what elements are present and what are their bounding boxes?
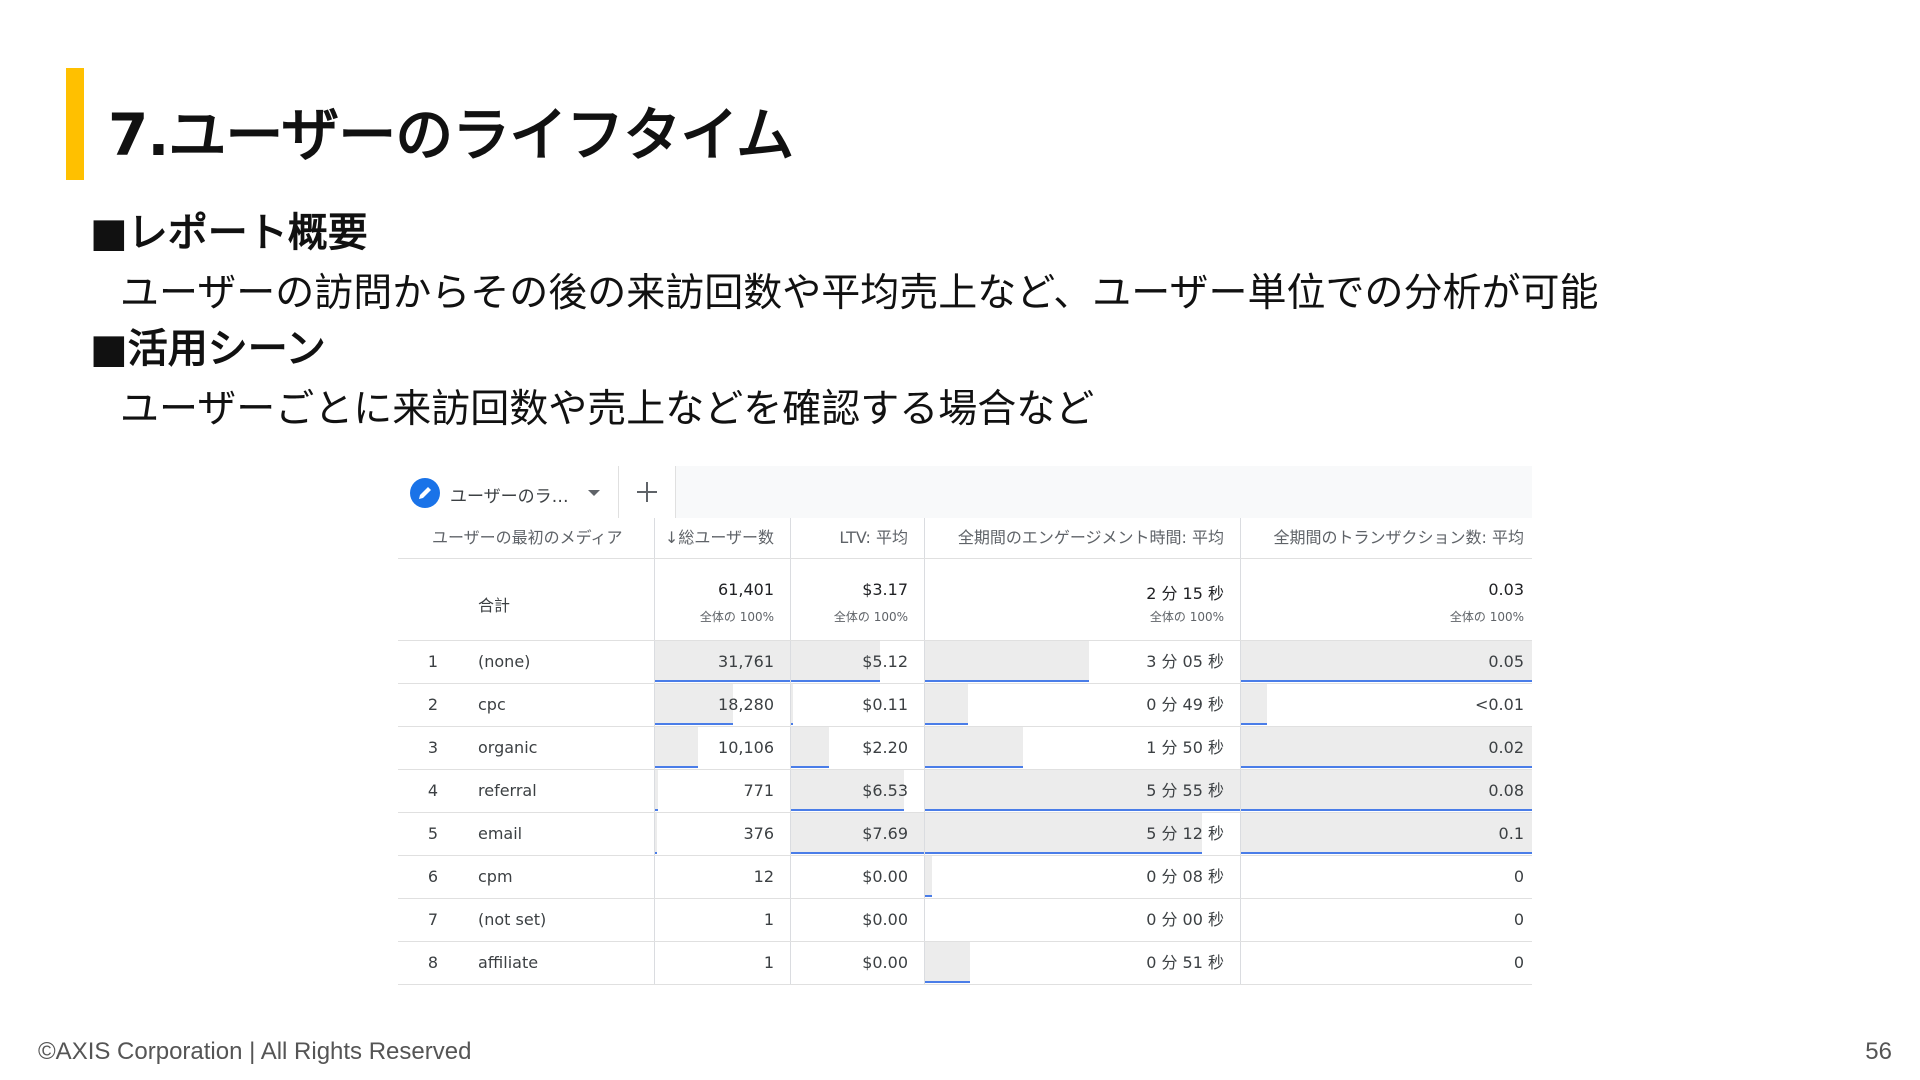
engagement-cell: 5 分 12 秒 bbox=[1146, 824, 1224, 843]
users-cell: 771 bbox=[743, 781, 774, 800]
ltv-cell: $0.00 bbox=[862, 910, 908, 929]
medium-cell[interactable]: organic bbox=[478, 726, 537, 769]
total-transactions: 0.03 bbox=[1488, 580, 1524, 599]
engagement-cell: 0 分 08 秒 bbox=[1146, 867, 1224, 886]
ltv-cell: $5.12 bbox=[862, 652, 908, 671]
chevron-down-icon[interactable] bbox=[588, 490, 600, 496]
users-cell: 10,106 bbox=[718, 738, 774, 757]
users-cell: 376 bbox=[743, 824, 774, 843]
total-users: 61,401 bbox=[718, 580, 774, 599]
medium-cell[interactable]: (not set) bbox=[478, 898, 546, 941]
row-index: 6 bbox=[427, 867, 438, 886]
users-cell: 1 bbox=[763, 910, 774, 929]
pencil-icon[interactable] bbox=[410, 478, 440, 508]
medium-cell[interactable]: (none) bbox=[478, 640, 530, 683]
total-engagement: 2 分 15 秒 bbox=[1146, 584, 1224, 603]
ltv-cell: $0.11 bbox=[862, 695, 908, 714]
transactions-cell: 0.08 bbox=[1488, 781, 1524, 800]
total-engagement-share: 全体の 100% bbox=[1149, 610, 1224, 624]
transactions-cell: 0 bbox=[1513, 867, 1524, 886]
transactions-cell: <0.01 bbox=[1474, 695, 1524, 714]
ltv-cell: $7.69 bbox=[862, 824, 908, 843]
total-transactions-share: 全体の 100% bbox=[1449, 610, 1524, 624]
column-header-users[interactable]: ↓総ユーザー数 bbox=[656, 518, 774, 558]
engagement-cell: 5 分 55 秒 bbox=[1146, 781, 1224, 800]
report-tab-bar: ユーザーのラ… bbox=[398, 466, 1532, 518]
column-header-transactions[interactable]: 全期間のトランザクション数: 平均 bbox=[1240, 518, 1524, 558]
totals-label: 合計 bbox=[478, 596, 511, 615]
total-ltv-share: 全体の 100% bbox=[833, 610, 908, 624]
row-index: 3 bbox=[427, 738, 438, 757]
row-divider bbox=[398, 558, 1532, 559]
medium-cell[interactable]: cpc bbox=[478, 683, 506, 726]
transactions-cell: 0.02 bbox=[1488, 738, 1524, 757]
row-index: 7 bbox=[427, 910, 438, 929]
medium-cell[interactable]: email bbox=[478, 812, 522, 855]
column-header-engagement[interactable]: 全期間のエンゲージメント時間: 平均 bbox=[924, 518, 1224, 558]
row-index: 2 bbox=[427, 695, 438, 714]
row-index: 1 bbox=[427, 652, 438, 671]
row-index: 8 bbox=[427, 953, 438, 972]
column-header-ltv[interactable]: LTV: 平均 bbox=[790, 518, 908, 558]
section-heading-usage: ■活用シーン bbox=[90, 326, 326, 372]
engagement-cell: 1 分 50 秒 bbox=[1146, 738, 1224, 757]
report-tab[interactable]: ユーザーのラ… bbox=[398, 466, 619, 518]
engagement-cell: 0 分 00 秒 bbox=[1146, 910, 1224, 929]
users-cell: 31,761 bbox=[718, 652, 774, 671]
transactions-cell: 0 bbox=[1513, 953, 1524, 972]
ltv-cell: $0.00 bbox=[862, 867, 908, 886]
ltv-cell: $6.53 bbox=[862, 781, 908, 800]
transactions-cell: 0 bbox=[1513, 910, 1524, 929]
transactions-cell: 0.1 bbox=[1498, 824, 1524, 843]
row-divider bbox=[398, 984, 1532, 985]
add-tab-button[interactable] bbox=[619, 466, 676, 518]
users-cell: 18,280 bbox=[718, 695, 774, 714]
engagement-cell: 3 分 05 秒 bbox=[1146, 652, 1224, 671]
medium-cell[interactable]: referral bbox=[478, 769, 537, 812]
engagement-cell: 0 分 51 秒 bbox=[1146, 953, 1224, 972]
ltv-cell: $0.00 bbox=[862, 953, 908, 972]
total-users-share: 全体の 100% bbox=[699, 610, 774, 624]
title-accent-bar bbox=[66, 68, 84, 180]
engagement-cell: 0 分 49 秒 bbox=[1146, 695, 1224, 714]
column-header-medium[interactable]: ユーザーの最初のメディア bbox=[432, 518, 623, 558]
section-text-overview: ユーザーの訪問からその後の来訪回数や平均売上など、ユーザー単位での分析が可能 bbox=[120, 271, 1599, 316]
row-index: 4 bbox=[427, 781, 438, 800]
medium-cell[interactable]: affiliate bbox=[478, 941, 538, 984]
slide-title: 7.ユーザーのライフタイム bbox=[108, 101, 794, 169]
section-heading-overview: ■レポート概要 bbox=[90, 210, 368, 256]
total-ltv: $3.17 bbox=[862, 580, 908, 599]
transactions-cell: 0.05 bbox=[1488, 652, 1524, 671]
footer-copyright: ©AXIS Corporation | All Rights Reserved bbox=[38, 1038, 472, 1065]
report-panel: ユーザーのラ… ユーザーの最初のメディア ↓総ユーザー数 LTV: 平均 全期間… bbox=[398, 466, 1532, 985]
users-cell: 12 bbox=[753, 867, 774, 886]
page-number: 56 bbox=[1865, 1038, 1892, 1065]
medium-cell[interactable]: cpm bbox=[478, 855, 513, 898]
ltv-cell: $2.20 bbox=[862, 738, 908, 757]
users-cell: 1 bbox=[763, 953, 774, 972]
section-text-usage: ユーザーごとに来訪回数や売上などを確認する場合など bbox=[120, 387, 1095, 432]
report-tab-label[interactable]: ユーザーのラ… bbox=[450, 482, 569, 507]
row-index: 5 bbox=[427, 824, 438, 843]
